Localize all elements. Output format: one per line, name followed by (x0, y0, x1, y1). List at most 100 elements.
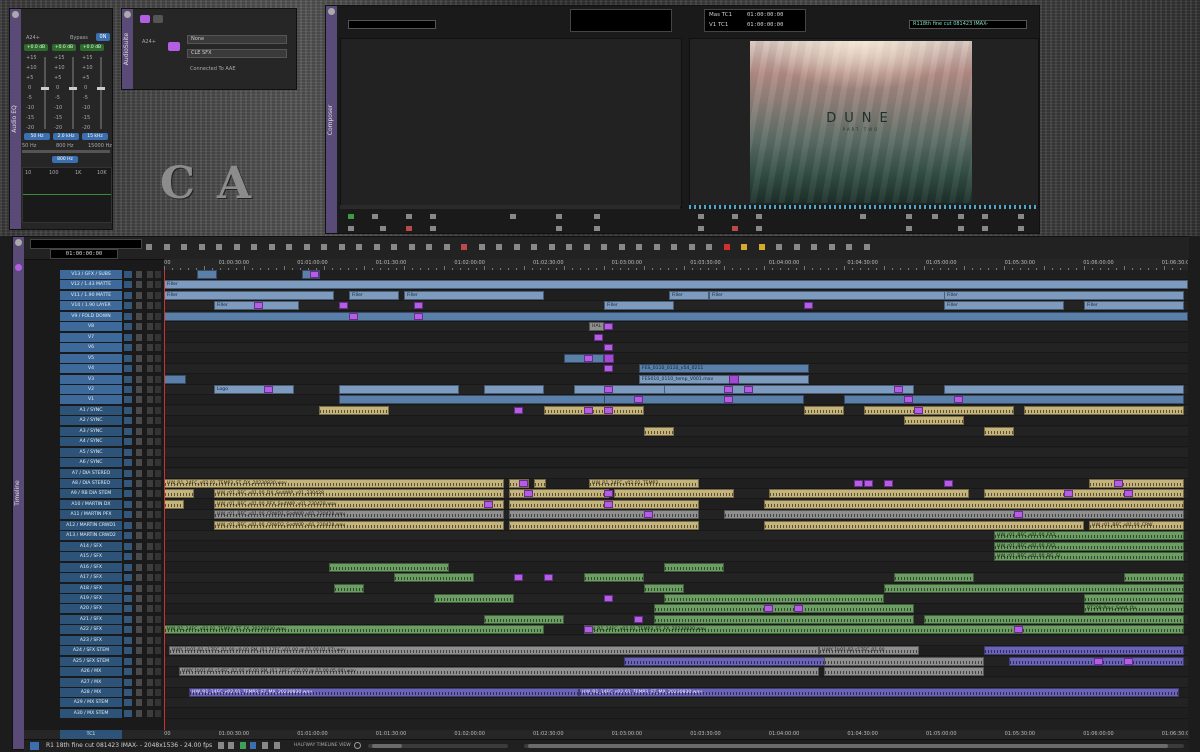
video-monitor-icon[interactable] (250, 742, 256, 749)
timeline-clip[interactable]: HW_r01_BFC_v01.00_FX2_ (994, 541, 1184, 551)
zoom-out-icon[interactable] (218, 742, 224, 749)
link-icon[interactable] (274, 742, 280, 749)
timeline-clip[interactable]: Filler (1084, 301, 1184, 311)
timeline-clip[interactable] (804, 405, 844, 415)
effect-icon[interactable] (634, 615, 643, 623)
close-icon[interactable] (124, 11, 131, 18)
timeline-tool-icon[interactable] (163, 244, 170, 250)
effect-icon[interactable] (339, 302, 348, 310)
track-record-icon[interactable] (155, 574, 161, 582)
timeline-clip[interactable] (894, 573, 974, 583)
track-name[interactable]: V8 (60, 322, 122, 332)
track-record-icon[interactable] (155, 678, 161, 686)
track-monitor-icon[interactable] (136, 563, 142, 571)
timeline-clip[interactable] (319, 405, 389, 415)
trim-icon[interactable] (906, 226, 912, 231)
timeline-clip[interactable] (729, 374, 739, 384)
track-record-icon[interactable] (155, 615, 161, 623)
eq-high-slider-handle[interactable] (97, 87, 105, 90)
timeline-tool-icon[interactable] (373, 244, 380, 250)
match-frame-icon[interactable] (348, 226, 354, 231)
eq-low-slider-handle[interactable] (41, 87, 49, 90)
track-monitor-icon[interactable] (136, 375, 142, 383)
timeline-clip[interactable]: Filler (944, 301, 1064, 311)
track-record-icon[interactable] (155, 354, 161, 362)
track-solo-icon[interactable] (147, 678, 153, 686)
effect-icon[interactable] (484, 500, 493, 508)
track-lock-icon[interactable] (124, 511, 132, 519)
track-record-icon[interactable] (155, 385, 161, 393)
effect-icon[interactable] (804, 302, 813, 310)
play-icon[interactable] (860, 214, 866, 219)
scrollbar-thumb[interactable] (528, 744, 1168, 748)
track-name[interactable]: A23 / SFX (60, 635, 122, 645)
timeline-clip[interactable] (924, 614, 1184, 624)
track-solo-icon[interactable] (147, 396, 153, 404)
track-solo-icon[interactable] (147, 500, 153, 508)
track-lock-icon[interactable] (124, 417, 132, 425)
track-monitor-icon[interactable] (136, 689, 142, 696)
track-lock-icon[interactable] (124, 354, 132, 362)
track-monitor-icon[interactable] (136, 668, 142, 676)
position-indicator[interactable] (164, 270, 165, 730)
timeline-tool-icon[interactable] (741, 244, 747, 250)
track-monitor-icon[interactable] (136, 469, 142, 477)
track-record-icon[interactable] (155, 312, 161, 320)
timeline-tool-icon[interactable] (811, 244, 817, 250)
sequence-icon[interactable] (30, 742, 39, 750)
timeline-clip[interactable] (644, 426, 674, 436)
track-lock-icon[interactable] (124, 699, 132, 707)
effect-icon[interactable] (604, 323, 613, 331)
timeline-clip[interactable]: HW_R1_14FC_v02.01_TEMP3 (589, 479, 699, 488)
timeline-tool-icon[interactable] (566, 244, 572, 250)
timeline-tool-icon[interactable] (443, 244, 450, 250)
source-dropdown[interactable] (348, 20, 436, 29)
timeline-clip[interactable] (339, 395, 639, 405)
track-record-icon[interactable] (155, 689, 161, 696)
step-back-icon[interactable] (732, 214, 738, 219)
effect-icon[interactable] (864, 480, 873, 487)
plugin-icon[interactable] (140, 15, 150, 23)
effect-icon[interactable] (944, 480, 953, 487)
timeline-clip[interactable]: Logo (214, 384, 294, 394)
record-monitor[interactable]: DUNE PART TWO (689, 38, 1039, 208)
track-monitor-icon[interactable] (136, 365, 142, 373)
track-solo-icon[interactable] (147, 709, 153, 717)
track-name[interactable]: A19 / SFX (60, 593, 122, 603)
timeline-clip[interactable] (544, 405, 644, 415)
track-solo-icon[interactable] (147, 511, 153, 519)
track-lock-icon[interactable] (124, 709, 132, 717)
halfway-view-label[interactable]: HALFWAY TIMELINE VIEW (294, 743, 351, 748)
timeline-tool-icon[interactable] (233, 244, 240, 250)
mark-in-icon[interactable] (348, 214, 354, 219)
record-tc-box[interactable]: Mas TC1 01:00:00:00 V1 TC1 01:00:00:00 (704, 9, 806, 32)
track-record-icon[interactable] (155, 406, 161, 414)
track-monitor-icon[interactable] (136, 281, 142, 289)
search-icon[interactable] (354, 742, 361, 749)
track-record-icon[interactable] (155, 448, 161, 456)
timeline-tool-icon[interactable] (548, 244, 555, 250)
track-name[interactable]: V3 (60, 374, 122, 384)
track-name[interactable]: A3 / SYNC (60, 426, 122, 436)
track-lock-icon[interactable] (124, 375, 132, 383)
track-lock-icon[interactable] (124, 438, 132, 446)
track-monitor-icon[interactable] (136, 312, 142, 320)
track-lock-icon[interactable] (124, 344, 132, 352)
timeline-clip[interactable] (769, 489, 969, 499)
track-monitor-icon[interactable] (136, 448, 142, 456)
track-solo-icon[interactable] (147, 542, 153, 550)
timeline-tool-icon[interactable] (846, 244, 852, 250)
eq-low-freq-button[interactable]: 50 Hz (24, 133, 50, 140)
timeline-clip[interactable] (904, 416, 964, 426)
track-record-icon[interactable] (155, 532, 161, 540)
track-record-icon[interactable] (155, 291, 161, 299)
track-monitor-icon[interactable] (136, 271, 142, 278)
track-solo-icon[interactable] (147, 574, 153, 582)
track-record-icon[interactable] (155, 438, 161, 446)
track-lock-icon[interactable] (124, 281, 132, 289)
track-record-icon[interactable] (155, 302, 161, 310)
timeline-tool-icon[interactable] (146, 244, 152, 250)
timeline-clip[interactable]: Filler (164, 290, 334, 300)
track-lock-icon[interactable] (124, 406, 132, 414)
timeline-tracks[interactable]: Filler Filler Filler Filler Filler Filler Fill… (164, 270, 1188, 730)
